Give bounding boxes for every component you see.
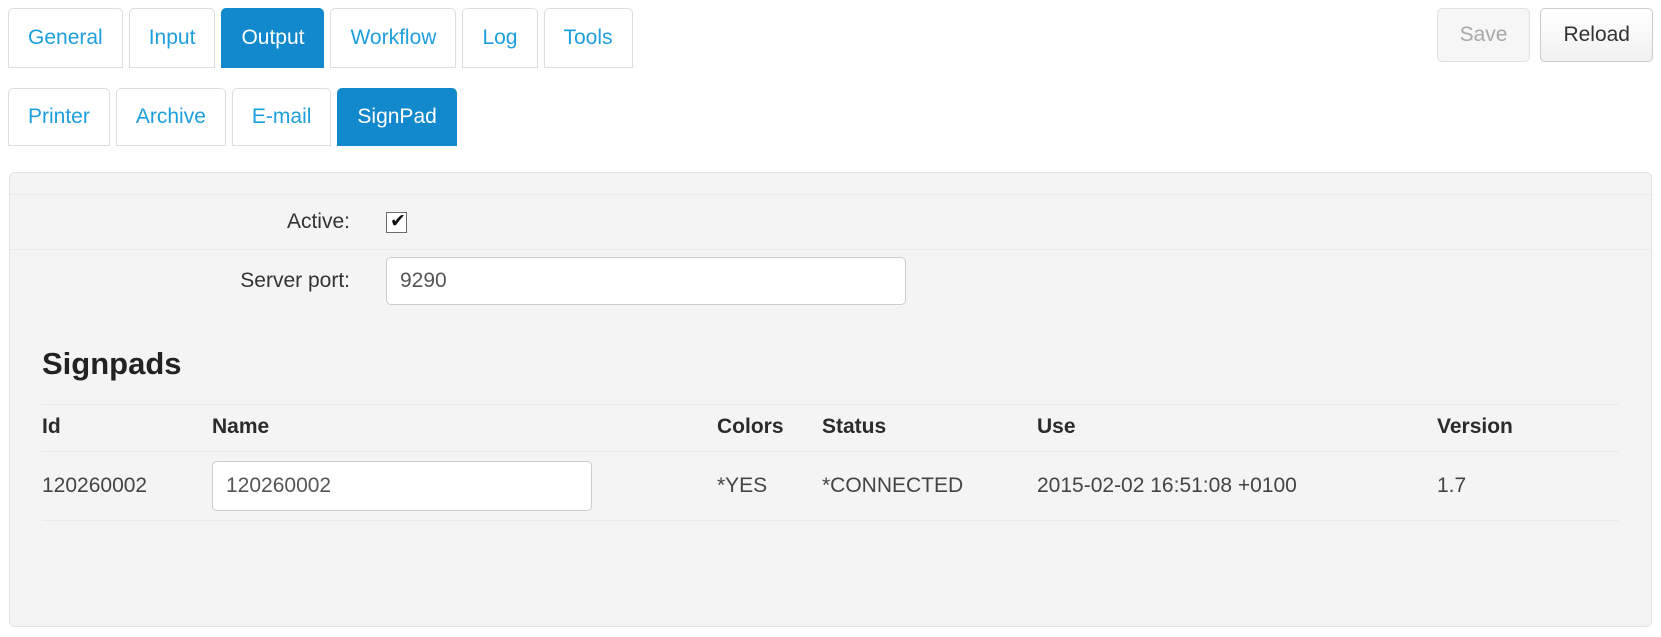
- cell-use: 2015-02-02 16:51:08 +0100: [1037, 451, 1437, 521]
- reload-button[interactable]: Reload: [1540, 8, 1653, 62]
- signpad-settings-form: Active: ✔ Server port:: [10, 194, 1651, 312]
- signpads-table-header-row: Id Name Colors Status Use Version: [42, 404, 1619, 452]
- column-header-status: Status: [822, 404, 1037, 452]
- tab-workflow[interactable]: Workflow: [330, 8, 457, 68]
- signpads-table: Id Name Colors Status Use Version 120260…: [42, 404, 1619, 521]
- column-header-name: Name: [212, 404, 717, 452]
- server-port-label: Server port:: [10, 249, 368, 312]
- cell-version: 1.7: [1437, 451, 1619, 521]
- save-button[interactable]: Save: [1436, 8, 1531, 62]
- column-header-id: Id: [42, 404, 212, 452]
- cell-name: [212, 451, 717, 521]
- signpad-settings-panel: Active: ✔ Server port: Signpads Id Name …: [9, 172, 1652, 627]
- server-port-setting-row: Server port:: [10, 249, 1651, 312]
- table-row: 120260002 *YES *CONNECTED 2015-02-02 16:…: [42, 451, 1619, 521]
- secondary-tab-bar: Printer Archive E-mail SignPad: [8, 88, 457, 146]
- tab-tools[interactable]: Tools: [543, 8, 633, 68]
- cell-colors: *YES: [717, 451, 822, 521]
- server-port-input[interactable]: [386, 257, 906, 305]
- tab-archive[interactable]: Archive: [115, 88, 226, 146]
- signpads-heading: Signpads: [42, 346, 182, 381]
- column-header-colors: Colors: [717, 404, 822, 452]
- cell-id: 120260002: [42, 451, 212, 521]
- active-setting-row: Active: ✔: [10, 194, 1651, 250]
- tab-email[interactable]: E-mail: [231, 88, 332, 146]
- column-header-use: Use: [1037, 404, 1437, 452]
- primary-tab-bar: General Input Output Workflow Log Tools: [8, 8, 633, 68]
- tab-input[interactable]: Input: [128, 8, 216, 68]
- tab-printer[interactable]: Printer: [8, 88, 110, 146]
- tab-output[interactable]: Output: [221, 8, 325, 68]
- toolbar-buttons: Save Reload: [1436, 8, 1653, 62]
- cell-status: *CONNECTED: [822, 451, 1037, 521]
- tab-general[interactable]: General: [8, 8, 123, 68]
- active-field-cell: ✔: [368, 194, 1651, 250]
- signpad-name-input[interactable]: [212, 461, 592, 511]
- checkmark-icon: ✔: [390, 210, 406, 232]
- tab-signpad[interactable]: SignPad: [337, 88, 457, 146]
- server-port-field-cell: [368, 249, 1651, 312]
- active-checkbox[interactable]: ✔: [386, 210, 407, 233]
- column-header-version: Version: [1437, 404, 1619, 452]
- active-label: Active:: [10, 194, 368, 250]
- tab-log[interactable]: Log: [462, 8, 538, 68]
